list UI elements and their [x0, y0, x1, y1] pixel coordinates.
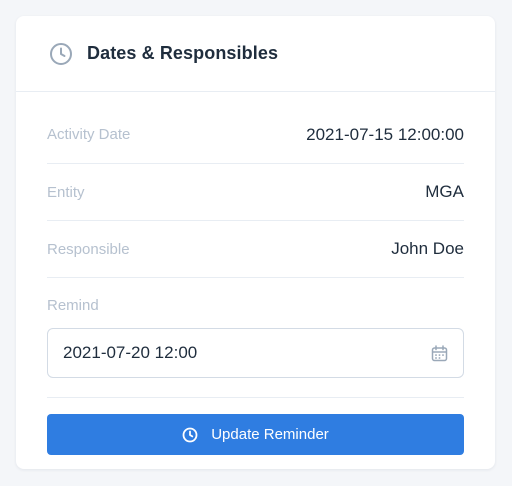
entity-value: MGA [425, 182, 464, 201]
update-reminder-button[interactable]: Update Reminder [47, 414, 464, 455]
detail-row-entity: Entity MGA [47, 164, 464, 221]
detail-row-responsible: Responsible John Doe [47, 221, 464, 278]
remind-datetime-input[interactable] [63, 343, 403, 363]
responsible-label: Responsible [47, 240, 130, 258]
card-body: Activity Date 2021-07-15 12:00:00 Entity… [16, 92, 495, 455]
dates-responsibles-card: Dates & Responsibles Activity Date 2021-… [16, 16, 495, 469]
remind-block: Remind [47, 278, 464, 398]
detail-row-activity-date: Activity Date 2021-07-15 12:00:00 [47, 92, 464, 164]
activity-date-value: 2021-07-15 12:00:00 [306, 124, 464, 144]
update-reminder-label: Update Reminder [211, 426, 329, 443]
clock-icon [182, 427, 198, 443]
responsible-value: John Doe [391, 239, 464, 258]
remind-label: Remind [47, 297, 99, 314]
card-title: Dates & Responsibles [87, 43, 279, 63]
card-header: Dates & Responsibles [16, 16, 495, 92]
remind-datetime-field[interactable] [47, 328, 464, 378]
clock-icon [48, 41, 74, 67]
calendar-icon[interactable] [430, 344, 448, 362]
entity-label: Entity [47, 183, 85, 201]
activity-date-label: Activity Date [47, 126, 131, 143]
